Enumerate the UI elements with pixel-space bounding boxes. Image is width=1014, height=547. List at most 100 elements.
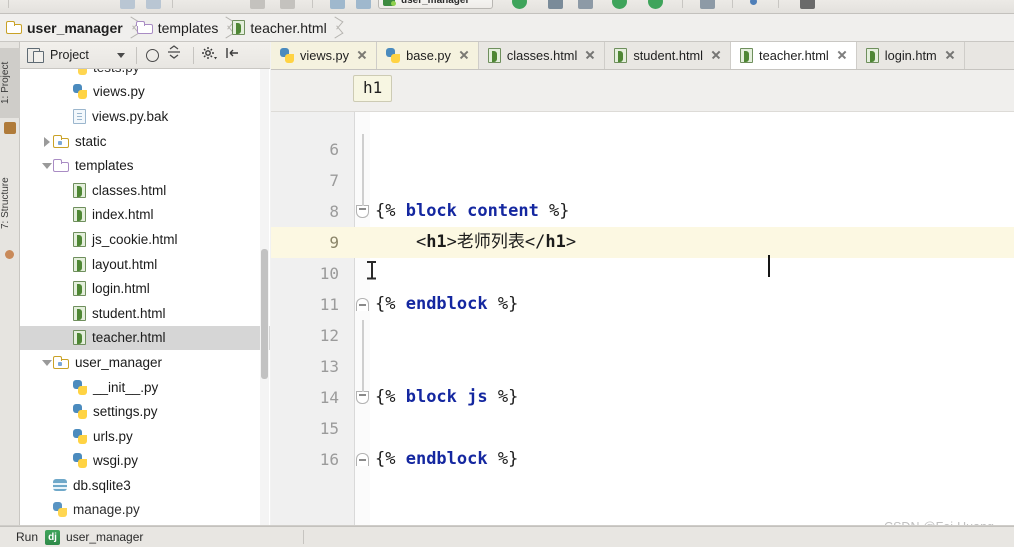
editor-tab-login-htm[interactable]: login.htm — [856, 42, 965, 69]
structure-crumb-h1[interactable]: h1 — [353, 75, 393, 102]
fold-close-icon[interactable] — [356, 453, 369, 466]
tree-item-login-html[interactable]: login.html — [20, 276, 270, 301]
tree-item-views-py[interactable]: views.py — [20, 80, 270, 105]
close-icon[interactable] — [837, 50, 847, 60]
editor-tab-label: base.py — [406, 47, 451, 63]
tree-item-classes-html[interactable]: classes.html — [20, 178, 270, 203]
close-icon[interactable] — [357, 50, 367, 60]
editor-tab-teacher-html[interactable]: teacher.html — [731, 42, 857, 69]
sidebar-item-structure[interactable]: 7: Structure — [0, 160, 20, 246]
code-line[interactable]: 16 {% endblock %} — [271, 444, 1014, 475]
debug-icon[interactable] — [548, 0, 563, 9]
tree-item-db-sqlite3[interactable]: db.sqlite3 — [20, 473, 270, 498]
collapse-arrow-icon[interactable] — [42, 357, 53, 368]
tree-item--init-py[interactable]: __init__.py — [20, 375, 270, 400]
code-line[interactable]: 7 — [271, 165, 1014, 196]
undo-icon[interactable] — [330, 0, 345, 9]
close-icon[interactable] — [585, 50, 595, 60]
forward-icon[interactable] — [146, 0, 161, 9]
line-number: 6 — [329, 140, 339, 159]
breadcrumb: user_manager templates teacher.html — [0, 14, 1014, 42]
code-text: {% endblock %} — [375, 449, 519, 469]
code-line[interactable]: 8 {% block content %} — [271, 196, 1014, 227]
breadcrumb-item-templates[interactable]: templates — [136, 14, 233, 42]
code-line[interactable]: 6 — [271, 134, 1014, 165]
django-icon[interactable] — [45, 529, 61, 545]
python-file-icon — [73, 84, 87, 100]
editor-tab-classes-html[interactable]: classes.html — [478, 42, 606, 69]
expand-arrow-icon[interactable] — [42, 136, 53, 147]
close-icon[interactable] — [459, 50, 469, 60]
divider — [303, 530, 305, 544]
code-line[interactable]: 9 <h1>老师列表</h1> — [271, 227, 1014, 258]
collapse-arrow-icon[interactable] — [42, 160, 53, 171]
tree-item-views-py-bak[interactable]: views.py.bak — [20, 104, 270, 129]
code-line[interactable]: 10 — [271, 258, 1014, 289]
tree-item-teacher-html[interactable]: teacher.html — [20, 325, 270, 351]
breadcrumb-item-user-manager[interactable]: user_manager — [5, 14, 137, 42]
editor-tab-views-py[interactable]: views.py — [271, 42, 378, 69]
run-icon[interactable] — [512, 0, 527, 9]
collapse-all-icon[interactable] — [167, 45, 187, 65]
code-line[interactable]: 13 — [271, 351, 1014, 382]
code-text: <h1>老师列表</h1> — [375, 232, 577, 252]
stop-icon[interactable] — [700, 0, 715, 9]
fold-open-icon[interactable] — [356, 391, 369, 404]
tree-item-templates[interactable]: templates — [20, 153, 270, 178]
tree-item-urls-py[interactable]: urls.py — [20, 424, 270, 449]
save-all-icon[interactable] — [800, 0, 815, 9]
tree-item-wsgi-py[interactable]: wsgi.py — [20, 449, 270, 474]
line-number: 8 — [329, 202, 339, 221]
tree-item-js-cookie-html[interactable]: js_cookie.html — [20, 227, 270, 252]
copy-icon[interactable] — [250, 0, 265, 9]
fold-open-icon[interactable] — [356, 205, 369, 218]
tree-item-label: user_manager — [75, 354, 163, 370]
editor-structure-breadcrumb: h1 — [271, 70, 1014, 112]
settings-icon[interactable] — [201, 45, 221, 65]
locate-icon[interactable] — [145, 48, 159, 62]
line-number: 9 — [329, 233, 339, 252]
redo-icon[interactable] — [356, 0, 371, 9]
close-icon[interactable] — [945, 50, 955, 60]
code-canvas[interactable]: 6 7 8 {% block content %} 9 <h1>老师列表</h1> 10 1… — [271, 112, 1014, 526]
code-line[interactable]: 14 {% block js %} — [271, 382, 1014, 413]
tree-item-static[interactable]: static — [20, 129, 270, 154]
editor-tab-student-html[interactable]: student.html — [605, 42, 732, 69]
html-file-icon — [73, 207, 86, 223]
tree-item-student-html[interactable]: student.html — [20, 301, 270, 326]
html-file-icon — [487, 47, 501, 63]
run-configuration-selector[interactable]: user_manager — [378, 0, 493, 9]
step-over-icon[interactable] — [612, 0, 627, 9]
run-config-name[interactable]: user_manager — [66, 530, 143, 544]
editor-area: views.py base.py classes.html student.html t… — [271, 42, 1014, 526]
back-icon[interactable] — [120, 0, 135, 9]
text-file-icon — [73, 108, 86, 124]
coverage-icon[interactable] — [578, 0, 593, 9]
tree-item-tests-py[interactable]: tests.py — [20, 69, 270, 80]
paste-icon[interactable] — [280, 0, 295, 9]
tree-item-index-html[interactable]: index.html — [20, 203, 270, 228]
tree-item-user-manager[interactable]: user_manager — [20, 350, 270, 375]
fold-close-icon[interactable] — [356, 298, 369, 311]
editor-tab-base-py[interactable]: base.py — [377, 42, 479, 69]
close-icon[interactable] — [711, 50, 721, 60]
hide-icon[interactable] — [225, 45, 245, 65]
code-line[interactable]: 12 — [271, 320, 1014, 351]
sidebar-item-project[interactable]: 1: Project — [0, 48, 20, 118]
breakpoint-icon[interactable] — [750, 0, 757, 5]
code-line[interactable]: 15 — [271, 413, 1014, 444]
code-line[interactable]: 11 {% endblock %} — [271, 289, 1014, 320]
project-tree-scrollbar[interactable] — [261, 249, 268, 379]
tree-item-manage-py[interactable]: manage.py — [20, 498, 270, 523]
tree-item-settings-py[interactable]: settings.py — [20, 399, 270, 424]
tree-item-layout-html[interactable]: layout.html — [20, 252, 270, 277]
breadcrumb-item-teacher-html[interactable]: teacher.html — [232, 14, 340, 42]
chevron-down-icon[interactable] — [116, 52, 125, 58]
line-number: 13 — [319, 357, 339, 376]
step-into-icon[interactable] — [648, 0, 663, 9]
project-file-tree[interactable]: tests.py views.py views.py.bak static templa… — [20, 69, 270, 526]
